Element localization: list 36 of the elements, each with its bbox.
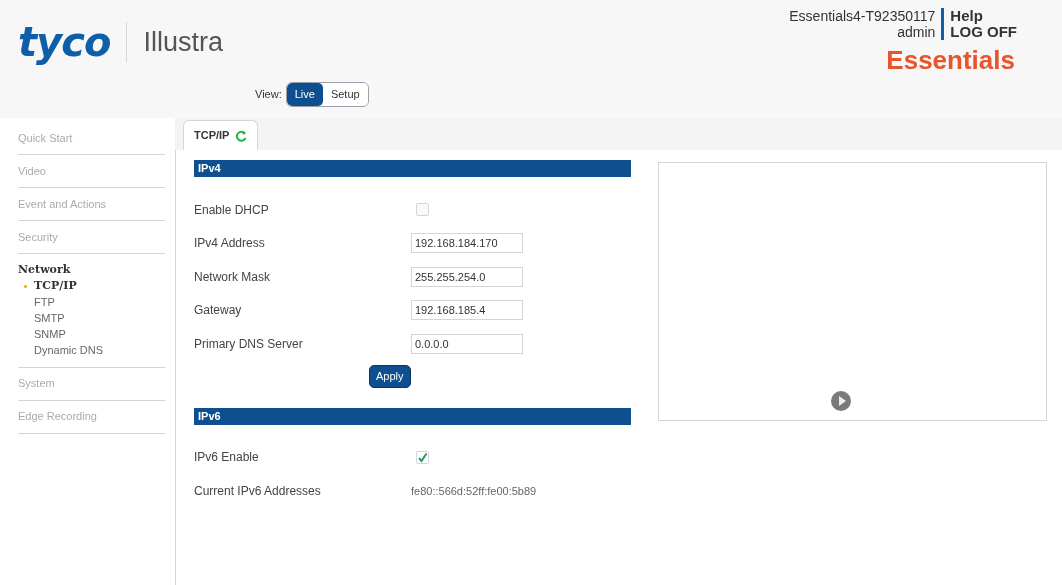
sidebar-item[interactable]: Network — [18, 262, 165, 279]
product-name: Illustra — [143, 26, 223, 59]
field-value: fe80::566d:52ff:fe00:5b89 — [411, 483, 537, 499]
input-field[interactable]: 255.255.254.0 — [411, 266, 523, 287]
header-link[interactable]: LOG OFF — [950, 24, 1017, 40]
play-icon[interactable] — [829, 390, 852, 412]
view-toggle[interactable]: Setup — [322, 83, 368, 106]
device-name: Essentials4-T92350117 — [789, 8, 936, 24]
field-label: IPv4 Address — [194, 235, 266, 253]
tab[interactable]: TCP/IP — [183, 120, 259, 150]
sidebar-subitem[interactable]: SMTP — [34, 310, 65, 327]
sidebar-subitem[interactable]: FTP — [34, 294, 55, 311]
edition-title: Essentials — [886, 44, 1016, 76]
sidebar-subitem[interactable]: TCP/IP — [34, 278, 77, 295]
view-toggle[interactable]: Live — [286, 83, 323, 106]
refresh-icon[interactable] — [235, 129, 248, 142]
field-label: Current IPv6 Addresses — [194, 482, 322, 500]
user-name: admin — [897, 24, 936, 40]
section-header: IPv4 — [194, 160, 631, 177]
header-link[interactable]: Help — [950, 8, 1017, 24]
field-label: Network Mask — [194, 268, 271, 286]
field-label: Primary DNS Server — [194, 335, 304, 353]
sidebar-subitem[interactable]: Dynamic DNS — [34, 342, 104, 359]
field-label: Enable DHCP — [194, 201, 270, 219]
field-label: Gateway — [194, 302, 243, 320]
field-label: IPv6 Enable — [194, 449, 260, 467]
apply-button[interactable]: Apply — [369, 364, 411, 388]
input-field[interactable]: 192.168.184.170 — [411, 233, 523, 254]
section-header: IPv6 — [194, 407, 631, 425]
bullet-icon — [24, 285, 27, 288]
checkbox[interactable] — [416, 450, 429, 464]
input-field[interactable]: 0.0.0.0 — [411, 333, 523, 354]
input-field[interactable]: 192.168.185.4 — [411, 300, 523, 321]
checkbox[interactable] — [416, 203, 429, 217]
view-label: View: — [255, 87, 282, 102]
sidebar-subitem[interactable]: SNMP — [34, 326, 66, 343]
